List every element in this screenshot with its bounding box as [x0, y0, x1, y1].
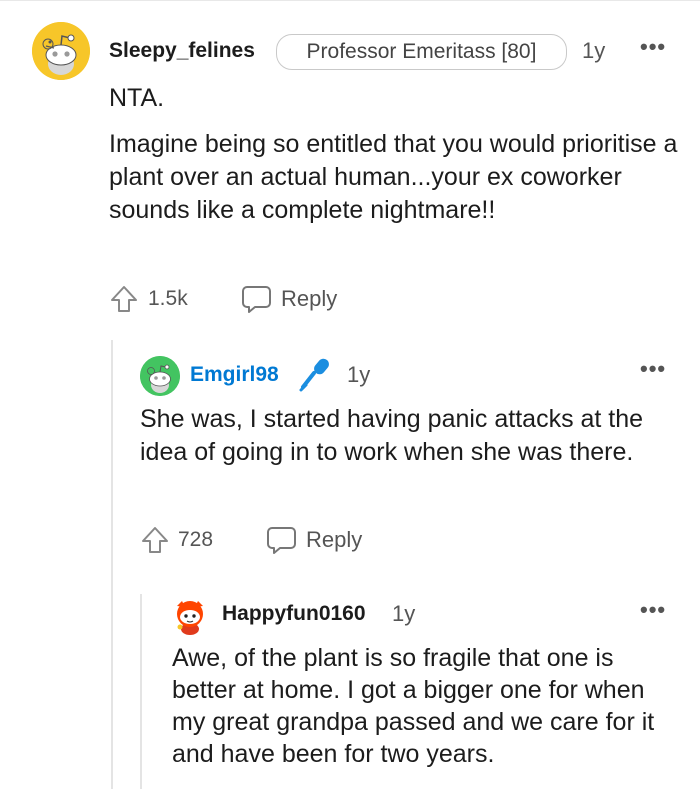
thread-line[interactable]: [111, 340, 113, 789]
reply-button[interactable]: Reply: [266, 525, 362, 555]
snoo-avatar-icon: [140, 356, 180, 396]
comment-body: She was, I started having panic attacks …: [140, 403, 680, 469]
comment-body-paragraph: She was, I started having panic attacks …: [140, 405, 644, 466]
speech-bubble-icon: [267, 527, 296, 554]
avatar[interactable]: [172, 597, 208, 635]
comment-body-paragraph: Imagine being so entitled that you would…: [109, 130, 678, 224]
divider: [0, 0, 700, 1]
thread-line[interactable]: [140, 594, 142, 789]
flair-icon-badge: [297, 355, 335, 393]
flair-label: Professor Emeritass [80]: [306, 40, 537, 63]
comment-body: NTA. Imagine being so entitled that you …: [109, 82, 689, 227]
avatar[interactable]: [32, 22, 90, 80]
snoo-avatar-icon: [32, 22, 90, 80]
vote-count: 1.5k: [148, 287, 188, 310]
upvote-arrow-icon: [142, 527, 168, 553]
comment-age: 1y: [392, 601, 416, 626]
comment-author[interactable]: Sleepy_felines: [109, 39, 255, 63]
comment-author[interactable]: Emgirl98: [190, 363, 279, 387]
microphone-icon: [299, 358, 329, 392]
comment-body-title: NTA.: [109, 84, 165, 112]
reply-button[interactable]: Reply: [241, 284, 337, 314]
comment-thread: Sleepy_felines Professor Emeritass [80] …: [0, 0, 700, 789]
snoo-avatar-icon: [177, 601, 203, 635]
more-options-button[interactable]: •••: [640, 356, 666, 382]
reply-label: Reply: [281, 286, 338, 311]
vote-count: 728: [178, 528, 214, 551]
upvote-button[interactable]: 1.5k: [109, 284, 188, 314]
comment-age: 1y: [347, 362, 371, 387]
speech-bubble-icon: [242, 286, 271, 313]
more-options-button[interactable]: •••: [640, 597, 666, 623]
comment-age: 1y: [582, 38, 606, 63]
upvote-arrow-icon: [111, 286, 137, 312]
avatar[interactable]: [140, 356, 180, 396]
upvote-button[interactable]: 728: [140, 525, 213, 555]
comment-author[interactable]: Happyfun0160: [222, 602, 366, 626]
reply-label: Reply: [306, 527, 363, 552]
user-flair-badge: Professor Emeritass [80]: [276, 34, 567, 70]
more-options-button[interactable]: •••: [640, 34, 666, 60]
comment-body: Awe, of the plant is so fragile that one…: [172, 642, 682, 770]
comment-body-paragraph: Awe, of the plant is so fragile that one…: [172, 644, 655, 768]
